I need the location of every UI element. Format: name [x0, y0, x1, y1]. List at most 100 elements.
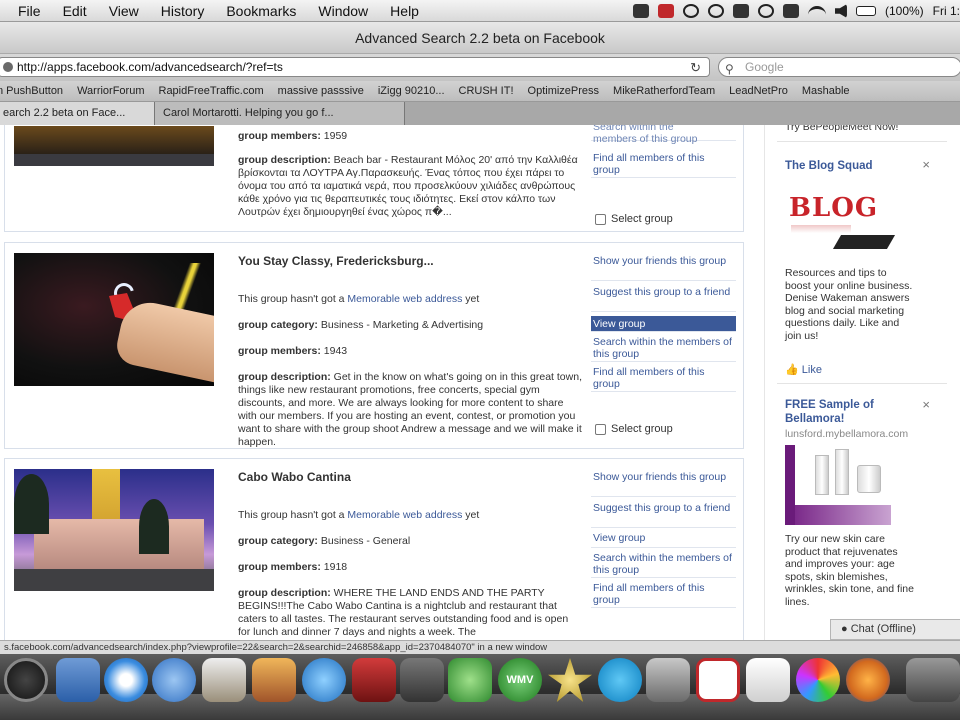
web-page: group members: 1959 group description: B… — [0, 125, 960, 640]
chat-icon: ● — [841, 623, 848, 635]
bookmark-item[interactable]: massive passsive — [271, 85, 371, 97]
memorable-web-address-link[interactable]: Memorable web address — [347, 293, 462, 305]
reload-icon[interactable]: ↻ — [690, 59, 701, 77]
search-within-members-link[interactable]: Search within the members of this group — [591, 336, 736, 362]
close-icon[interactable]: × — [922, 157, 930, 172]
view-group-link[interactable]: View group — [591, 532, 736, 548]
tab-advanced-search[interactable]: earch 2.2 beta on Face... — [0, 102, 155, 125]
group-photo[interactable] — [14, 469, 214, 591]
select-group-label: Select group — [611, 213, 673, 225]
display-icon[interactable] — [732, 4, 749, 18]
like-button[interactable]: 👍 Like — [785, 363, 822, 376]
ad-partial-text[interactable]: Try BePeopleMeet Now! — [785, 125, 898, 133]
blog-ad-image[interactable]: BLOG — [789, 185, 899, 263]
screen-record-icon[interactable] — [632, 4, 649, 18]
textedit-icon[interactable] — [746, 658, 790, 702]
group-members: group members: 1918 — [238, 561, 582, 574]
bookmark-item[interactable]: RapidFreeTraffic.com — [152, 85, 271, 97]
group-name[interactable]: Cabo Wabo Cantina — [238, 471, 351, 484]
web-suffix: yet — [462, 509, 480, 521]
ad-body: Try our new skin care product that rejuv… — [785, 533, 914, 608]
bookmark-item[interactable]: iZigg 90210... — [371, 85, 452, 97]
menu-bookmarks[interactable]: Bookmarks — [215, 3, 307, 19]
search-placeholder: Google — [745, 60, 784, 74]
bookmark-item[interactable]: Mashable — [795, 85, 857, 97]
wmv-player-icon[interactable]: WMV — [498, 658, 542, 702]
select-group[interactable]: Select group — [595, 423, 673, 435]
bluetooth-icon[interactable] — [782, 4, 799, 18]
search-within-members-link[interactable]: Search within the members of this group — [591, 125, 736, 145]
group-photo[interactable] — [14, 126, 214, 166]
spotlight-ring-icon[interactable] — [682, 4, 699, 18]
safari-icon[interactable] — [104, 658, 148, 702]
find-all-members-link[interactable]: Find all members of this group — [591, 582, 736, 608]
suggest-group-link[interactable]: Suggest this group to a friend — [591, 286, 736, 312]
screenflow-icon[interactable] — [696, 658, 740, 702]
show-friends-link[interactable]: Show your friends this group — [591, 255, 736, 281]
search-field[interactable]: ⚲ Google — [718, 57, 960, 77]
sync-icon[interactable] — [707, 4, 724, 18]
group-photo[interactable] — [14, 253, 214, 386]
bookmark-item[interactable]: WarriorForum — [70, 85, 151, 97]
messenger-icon[interactable] — [448, 658, 492, 702]
menu-view[interactable]: View — [98, 3, 150, 19]
chat-bar[interactable]: ● Chat (Offline) — [830, 619, 960, 640]
menu-window[interactable]: Window — [307, 3, 379, 19]
ad-title[interactable]: The Blog Squad — [785, 159, 873, 173]
battery-icon[interactable] — [855, 6, 876, 16]
image-capture-icon[interactable] — [252, 658, 296, 702]
iphoto-library-icon[interactable] — [646, 658, 690, 702]
members-label: group members: — [238, 561, 321, 573]
address-bar[interactable]: http://apps.facebook.com/advancedsearch/… — [0, 57, 710, 77]
bookmark-item[interactable]: n PushButton — [0, 85, 70, 97]
bookmark-item[interactable]: OptimizePress — [521, 85, 607, 97]
itunes-icon[interactable] — [302, 658, 346, 702]
menu-edit[interactable]: Edit — [52, 3, 98, 19]
search-icon: ⚲ — [725, 62, 734, 76]
photo-booth-icon[interactable] — [352, 658, 396, 702]
bellamora-ad-image[interactable] — [785, 445, 891, 525]
dashboard-icon[interactable] — [4, 658, 48, 702]
memorable-web-address-link[interactable]: Memorable web address — [347, 509, 462, 521]
wifi-icon[interactable] — [807, 6, 826, 16]
select-group[interactable]: Select group — [595, 213, 673, 225]
dock-app-icon[interactable] — [906, 658, 960, 702]
browser-toolbar: http://apps.facebook.com/advancedsearch/… — [0, 54, 960, 81]
menu-file[interactable]: File — [0, 3, 52, 19]
view-group-link[interactable]: View group — [591, 316, 736, 332]
preview-icon[interactable] — [56, 658, 100, 702]
select-group-checkbox[interactable] — [595, 423, 606, 435]
bookmark-item[interactable]: MikeRatherfordTeam — [606, 85, 722, 97]
ad-title[interactable]: FREE Sample of Bellamora! — [785, 398, 915, 426]
iphoto-icon[interactable] — [202, 658, 246, 702]
ichat-icon[interactable] — [152, 658, 196, 702]
bookmark-item[interactable]: CRUSH IT! — [452, 85, 521, 97]
find-all-members-link[interactable]: Find all members of this group — [591, 152, 736, 178]
menu-help[interactable]: Help — [379, 3, 430, 19]
search-within-members-link[interactable]: Search within the members of this group — [591, 552, 736, 578]
spaces-icon[interactable] — [400, 658, 444, 702]
close-icon[interactable]: × — [922, 397, 930, 412]
menu-history[interactable]: History — [150, 3, 216, 19]
select-group-checkbox[interactable] — [595, 213, 606, 225]
product-bottle — [835, 449, 849, 495]
group-members: group members: 1959 — [238, 130, 582, 143]
palm-tree — [14, 474, 49, 534]
group-name[interactable]: You Stay Classy, Fredericksburg... — [238, 255, 434, 268]
thumbs-up-icon: 👍 — [785, 364, 799, 376]
suggest-group-link[interactable]: Suggest this group to a friend — [591, 502, 736, 528]
skype-icon[interactable] — [598, 658, 642, 702]
firefox-icon[interactable] — [846, 658, 890, 702]
bookmark-item[interactable]: LeadNetPro — [722, 85, 795, 97]
tab-carol-mortarotti[interactable]: Carol Mortarotti. Helping you go f... — [155, 102, 405, 125]
clock[interactable]: Fri 1: — [933, 4, 960, 18]
ad-domain: lunsford.mybellamora.com — [785, 428, 909, 440]
volume-icon[interactable] — [834, 4, 847, 18]
pinwheel-icon[interactable] — [796, 658, 840, 702]
app-tray-icon[interactable] — [657, 4, 674, 18]
find-all-members-link[interactable]: Find all members of this group — [591, 366, 736, 392]
show-friends-link[interactable]: Show your friends this group — [591, 471, 736, 497]
dock: WMV — [0, 654, 960, 720]
url-text: http://apps.facebook.com/advancedsearch/… — [17, 60, 283, 74]
time-machine-icon[interactable] — [757, 4, 774, 18]
